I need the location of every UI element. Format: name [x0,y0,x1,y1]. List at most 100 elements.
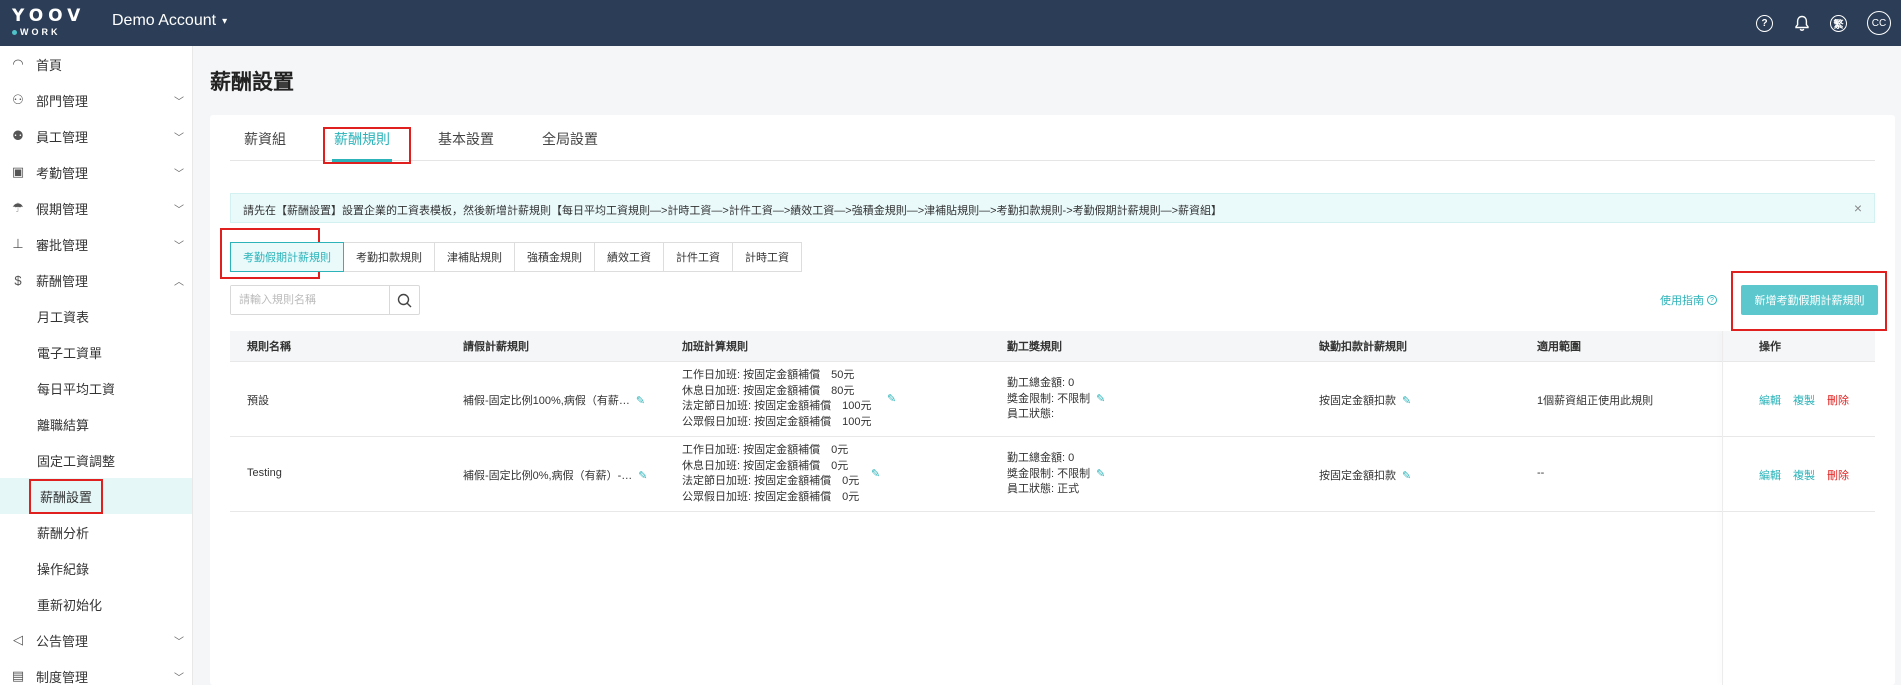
rules-table: 規則名稱 請假計薪規則 加班計算規則 勤工獎規則 缺勤扣款計薪規則 適用範圍 操… [230,331,1875,512]
edit-icon[interactable]: ✎ [871,467,880,480]
column-header: 請假計薪規則 [463,341,529,353]
sidebar-subitem-monthly-payroll[interactable]: 月工資表 [0,298,192,334]
absence-rule: 按固定金額扣款 [1319,470,1396,482]
subtab-mpf-rules[interactable]: 強積金規則 [514,242,595,272]
scope: -- [1537,467,1545,479]
sidebar-item-label: 員工管理 [36,129,89,145]
tab-basic-settings[interactable]: 基本設置 [424,115,508,161]
yoov-logo[interactable]: YOOV WORK [12,7,80,39]
subtab-deduction-rules[interactable]: 考勤扣款規則 [343,242,435,272]
subtab-performance-pay[interactable]: 績效工資 [594,242,664,272]
stamp-icon: ⊥ [12,236,24,251]
edit-icon[interactable]: ✎ [1096,468,1105,480]
sidebar-subitem-resignation[interactable]: 離職結算 [0,406,192,442]
search-button[interactable] [389,286,419,314]
edit-icon[interactable]: ✎ [636,395,645,407]
dollar-icon: $ [14,272,22,288]
column-header: 操作 [1759,341,1781,353]
edit-button[interactable]: 編輯 [1759,392,1781,408]
sidebar-item-leave[interactable]: ☂ 假期管理 ﹀ [0,190,192,226]
top-bar: YOOV WORK Demo Account ▾ ? 繁 CC [0,0,1901,46]
column-header: 規則名稱 [247,341,291,353]
sidebar-subitem-salary-adjust[interactable]: 固定工資調整 [0,442,192,478]
absence-rule: 按固定金額扣款 [1319,395,1396,407]
delete-button[interactable]: 刪除 [1827,467,1849,483]
help-icon[interactable]: ? [1756,14,1773,32]
add-rule-button[interactable]: 新增考勤假期計薪規則 [1741,285,1878,315]
subtab-allowance-rules[interactable]: 津補貼規則 [434,242,515,272]
subtab-hourly-pay[interactable]: 計時工資 [732,242,802,272]
table-row: 預設 補假-固定比例100%,病假（有薪… ✎ 工作日加班: 按固定金額補償 50… [230,362,1875,437]
column-header: 勤工獎規則 [1007,341,1062,353]
sidebar-item-label: 首頁 [36,57,63,73]
calendar-icon: ▣ [11,164,25,179]
chevron-down-icon: ﹀ [174,637,184,648]
sidebar-item-label: 部門管理 [36,93,89,109]
edit-icon[interactable]: ✎ [638,470,647,482]
search-input[interactable] [231,286,390,314]
rule-name: 預設 [247,395,269,407]
language-icon[interactable]: 繁 [1830,14,1847,32]
guide-label: 使用指南 [1660,295,1704,307]
user-guide-link[interactable]: 使用指南 ? [1660,292,1717,308]
column-header: 適用範圍 [1537,341,1581,353]
edit-button[interactable]: 編輯 [1759,467,1781,483]
fixed-column-divider [1722,331,1723,685]
table-row: Testing 補假-固定比例0%,病假（有薪）-… ✎ 工作日加班: 按固定金額… [230,437,1875,512]
sidebar-item-approval[interactable]: ⊥ 審批管理 ﹀ [0,226,192,262]
sidebar-item-departments[interactable]: ⚇ 部門管理 ﹀ [0,82,192,118]
copy-button[interactable]: 複製 [1793,392,1815,408]
close-icon[interactable]: × [1854,200,1862,216]
tab-salary-group[interactable]: 薪資組 [230,115,300,161]
edit-icon[interactable]: ✎ [1402,470,1411,482]
chevron-down-icon: ﹀ [174,205,184,216]
chevron-down-icon: ﹀ [174,673,184,684]
sidebar-item-policies[interactable]: ▤ 制度管理 ﹀ [0,658,192,685]
sidebar-item-label: 制度管理 [36,669,89,685]
bell-icon[interactable] [1793,15,1810,32]
sidebar: ◠ 首頁 ⚇ 部門管理 ﹀ ⚉ 員工管理 ﹀ ▣ 考勤管理 ﹀ ☂ 假期管理 ﹀… [0,46,193,685]
notice-banner: 請先在【薪酬設置】設置企業的工資表模板，然後新增計薪規則【每日平均工資規則—>計… [230,193,1875,223]
staff-icon: ⚉ [12,128,24,143]
org-icon: ⚇ [12,92,24,107]
sidebar-item-label: 考勤管理 [36,165,89,181]
column-header: 加班計算規則 [682,341,748,353]
tab-bar: 薪資組 薪酬規則 基本設置 全局設置 [230,115,1875,164]
main-card: 薪資組 薪酬規則 基本設置 全局設置 請先在【薪酬設置】設置企業的工資表模板，然… [210,115,1895,685]
sidebar-item-staff[interactable]: ⚉ 員工管理 ﹀ [0,118,192,154]
scope: 1個薪資組正使用此規則 [1537,395,1654,407]
sidebar-item-announcements[interactable]: ◁ 公告管理 ﹀ [0,622,192,658]
column-header: 缺勤扣款計薪規則 [1319,341,1407,353]
rule-search [230,285,420,315]
megaphone-icon: ◁ [13,632,23,647]
row-actions: 編輯 複製 刪除 [1759,392,1849,408]
sidebar-subitem-payroll-analysis[interactable]: 薪酬分析 [0,514,192,550]
page-title: 薪酬設置 [210,71,294,94]
copy-button[interactable]: 複製 [1793,467,1815,483]
sidebar-item-label: 假期管理 [36,201,89,217]
edit-icon[interactable]: ✎ [887,392,896,405]
edit-icon[interactable]: ✎ [1402,395,1411,407]
book-icon: ▤ [11,668,25,683]
sidebar-item-attendance[interactable]: ▣ 考勤管理 ﹀ [0,154,192,190]
subtab-leave-pay-rules[interactable]: 考勤假期計薪規則 [230,242,344,272]
delete-button[interactable]: 刪除 [1827,392,1849,408]
sidebar-subitem-daily-average[interactable]: 每日平均工資 [0,370,192,406]
rule-type-tabs: 考勤假期計薪規則 考勤扣款規則 津補貼規則 強積金規則 績效工資 計件工資 計時… [230,242,802,272]
subtab-piece-rate-pay[interactable]: 計件工資 [663,242,733,272]
help-icon: ? [1707,295,1717,305]
leave-rule: 補假-固定比例0%,病假（有薪）-… [463,470,633,482]
chevron-down-icon: ﹀ [174,241,184,252]
tab-global-settings[interactable]: 全局設置 [528,115,612,161]
sidebar-subitem-e-payslip[interactable]: 電子工資單 [0,334,192,370]
row-actions: 編輯 複製 刪除 [1759,467,1849,483]
chevron-down-icon: ﹀ [174,133,184,144]
sidebar-item-payroll[interactable]: $ 薪酬管理 ︿ [0,262,192,298]
sidebar-subitem-operation-log[interactable]: 操作紀錄 [0,550,192,586]
sidebar-subitem-reinitialize[interactable]: 重新初始化 [0,586,192,622]
edit-icon[interactable]: ✎ [1096,393,1105,405]
account-switcher[interactable]: Demo Account ▾ [112,12,227,30]
avatar[interactable]: CC [1867,11,1891,35]
sidebar-subitem-payroll-settings[interactable]: 薪酬設置 [0,478,192,514]
sidebar-item-home[interactable]: ◠ 首頁 [0,46,192,82]
